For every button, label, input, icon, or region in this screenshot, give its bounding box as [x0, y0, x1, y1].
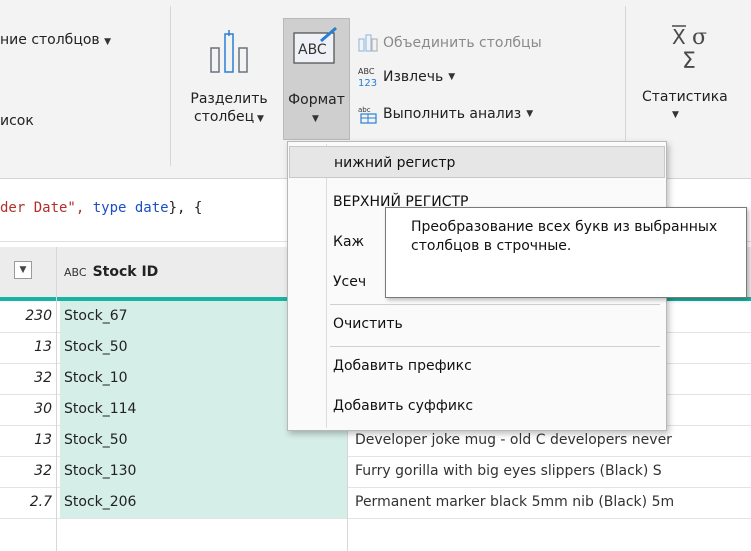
format-abc-icon: ABC: [293, 27, 337, 64]
svg-text:ABC: ABC: [358, 67, 375, 76]
row-number-cell[interactable]: 230: [0, 301, 55, 332]
menu-item-label: Добавить префикс: [333, 358, 472, 374]
parse-label: Выполнить анализ: [383, 106, 522, 122]
statistics-button[interactable]: X σ Σ Статистика ▼: [638, 20, 751, 140]
chevron-down-icon: ▼: [448, 72, 456, 82]
format-button-label: Формат: [288, 92, 345, 108]
extract-abc123-icon: ABC 123: [358, 67, 377, 89]
menu-item-clean[interactable]: Очистить: [289, 308, 665, 340]
menu-item-add-suffix[interactable]: Добавить суффикс: [289, 390, 665, 422]
svg-text:X: X: [672, 25, 686, 49]
svg-text:123: 123: [358, 78, 377, 89]
extract-label: Извлечь: [383, 69, 444, 85]
menu-item-label: Каж: [333, 234, 365, 250]
tooltip-text: Преобразование всех букв из выбранных ст…: [411, 219, 718, 254]
formula-suffix: }, {: [168, 200, 203, 216]
split-column-button[interactable]: Разделить столбец ▼: [180, 20, 278, 140]
column-group-button[interactable]: ние столбцов ▼: [0, 32, 111, 48]
chevron-down-icon: ▼: [312, 114, 319, 124]
stock-id-cell[interactable]: Stock_206: [60, 487, 347, 518]
formula-keyword: type: [92, 200, 127, 216]
svg-text:Σ: Σ: [682, 49, 696, 72]
format-button[interactable]: ABC Формат ▼: [283, 18, 350, 140]
table-row: 32 Stock_130 Furry gorilla with big eyes…: [0, 456, 751, 488]
split-column-label-line2: столбец: [194, 109, 255, 125]
extract-button[interactable]: ABC 123 Извлечь ▼: [358, 64, 455, 90]
row-number-cell[interactable]: 30: [0, 394, 55, 425]
column-header-stock-id[interactable]: ABC Stock ID: [64, 247, 158, 297]
row-number-cell[interactable]: 2.7: [0, 487, 55, 518]
formula-type: date: [134, 200, 169, 216]
menu-item-label: Очистить: [333, 316, 403, 332]
column-divider: [56, 247, 57, 551]
menu-separator: [330, 346, 660, 347]
parse-icon: abc: [358, 106, 377, 124]
text-type-icon[interactable]: ABC: [64, 266, 87, 279]
split-column-icon: [210, 30, 248, 73]
menu-separator: [330, 304, 660, 305]
menu-item-label: Добавить суффикс: [333, 398, 474, 414]
row-number-cell[interactable]: 13: [0, 425, 55, 456]
statistics-label: Статистика: [642, 89, 728, 105]
description-cell[interactable]: Furry gorilla with big eyes slippers (Bl…: [347, 456, 751, 487]
table-row: 2.7 Stock_206 Permanent marker black 5mm…: [0, 487, 751, 519]
row-number-cell[interactable]: 13: [0, 332, 55, 363]
svg-text:abc: abc: [358, 106, 371, 114]
menu-item-label: Усеч: [333, 274, 367, 290]
parse-button[interactable]: abc Выполнить анализ ▼: [358, 104, 533, 124]
tooltip: Преобразование всех букв из выбранных ст…: [385, 207, 747, 298]
row-number-cell[interactable]: 32: [0, 363, 55, 394]
svg-text:σ: σ: [692, 25, 707, 50]
list-button-label[interactable]: исок: [0, 113, 34, 129]
chevron-down-icon: ▼: [254, 114, 264, 124]
description-cell[interactable]: Permanent marker black 5mm nib (Black) 5…: [347, 487, 751, 518]
stock-id-cell[interactable]: Stock_130: [60, 456, 347, 487]
merge-columns-icon: [358, 34, 378, 52]
merge-columns-button[interactable]: Объединить столбцы: [358, 34, 542, 52]
column-header-label: Stock ID: [92, 264, 159, 280]
formula-text: der Date", type date}, {: [0, 200, 202, 216]
split-column-label: Разделить: [190, 91, 268, 107]
ribbon-separator: [170, 6, 171, 166]
formula-string: der Date",: [0, 200, 93, 216]
merge-columns-label: Объединить столбцы: [383, 35, 542, 51]
column-group-label: ние столбцов: [0, 32, 100, 48]
chevron-down-icon: ▼: [672, 110, 679, 120]
statistics-sigma-icon: X σ Σ: [672, 25, 707, 72]
menu-item-add-prefix[interactable]: Добавить префикс: [289, 350, 665, 382]
chevron-down-icon: ▼: [104, 37, 112, 47]
chevron-down-icon: ▼: [526, 109, 534, 119]
filter-dropdown-button[interactable]: ▼: [14, 261, 32, 279]
menu-item-label: нижний регистр: [334, 155, 456, 171]
split-column-label-2: столбец ▼: [180, 108, 278, 128]
row-number-cell[interactable]: 32: [0, 456, 55, 487]
svg-text:ABC: ABC: [298, 42, 327, 58]
menu-item-lowercase[interactable]: нижний регистр: [289, 146, 665, 178]
